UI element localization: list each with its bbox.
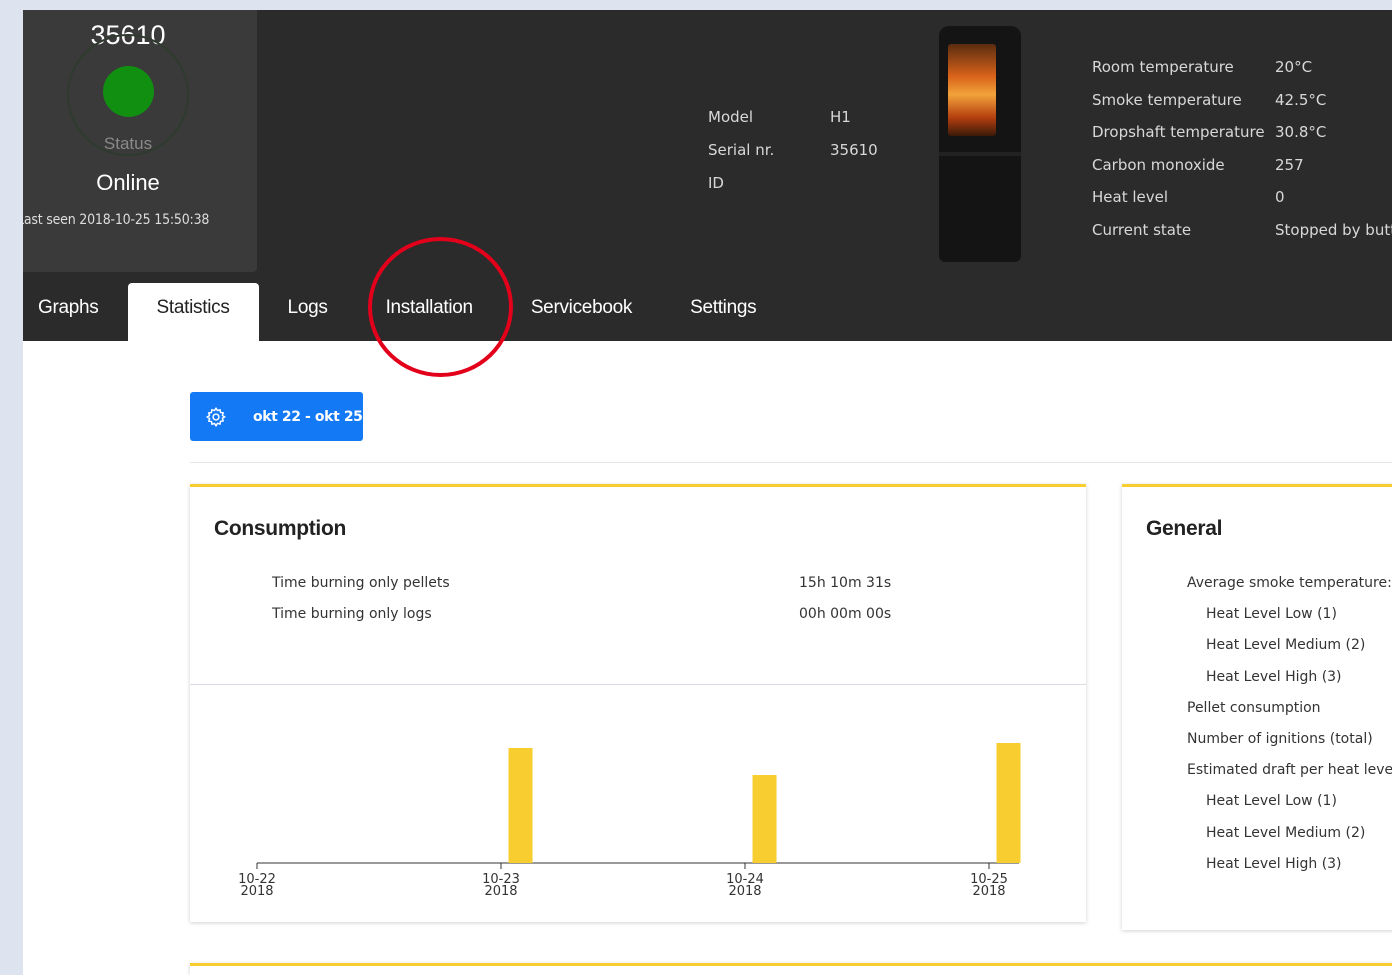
- reading-key: Carbon monoxide: [1092, 155, 1225, 174]
- general-rows: Average smoke temperature: Heat Level Low…: [1187, 575, 1392, 887]
- chart-bar: [996, 743, 1021, 863]
- consumption-key: Time burning only logs: [272, 606, 432, 622]
- x-tick-label-year: 2018: [728, 884, 761, 899]
- device-info: Model H1 Serial nr. 35610 ID: [708, 108, 878, 207]
- consumption-row: Time burning only logs 00h 00m 00s: [272, 606, 891, 637]
- tab-settings[interactable]: Settings: [661, 283, 785, 341]
- info-row: ID: [708, 174, 878, 207]
- reading-value: 20°C: [1275, 58, 1313, 76]
- general-row: Pellet consumption: [1187, 699, 1321, 716]
- consumption-value: 15h 10m 31s: [799, 575, 892, 591]
- general-row: Heat Level Medium (2): [1206, 637, 1366, 654]
- date-range-button[interactable]: okt 22 - okt 25: [190, 392, 363, 441]
- status-label: Status: [103, 134, 153, 153]
- reading-value: 257: [1275, 155, 1304, 174]
- general-card: General Average smoke temperature: Heat L…: [1122, 484, 1392, 930]
- info-row: Serial nr. 35610: [708, 141, 878, 174]
- chart-bar: [508, 748, 533, 863]
- reading-value: 0: [1275, 188, 1285, 207]
- general-row: Estimated draft per heat level:: [1187, 762, 1392, 779]
- last-seen: Last seen 2018-10-25 15:50:38: [23, 212, 210, 228]
- date-range-label: okt 22 - okt 25: [253, 408, 363, 425]
- gear-icon: [205, 406, 227, 428]
- x-tick-label: 10-25 2018: [970, 872, 1008, 899]
- general-row: Average smoke temperature:: [1187, 575, 1392, 591]
- reading-value: 30.8°C: [1275, 123, 1327, 142]
- info-row: Model H1: [708, 108, 878, 141]
- general-title: General: [1146, 517, 1223, 540]
- info-value: 35610: [830, 141, 878, 159]
- reading-key: Current state: [1092, 220, 1192, 239]
- reading-key: Heat level: [1092, 188, 1169, 207]
- divider: [190, 462, 1392, 463]
- x-tick-label: 10-22 2018: [238, 872, 276, 899]
- consumption-rows: Time burning only pellets 15h 10m 31s Ti…: [272, 575, 891, 637]
- reading-row: Dropshaft temperature 30.8°C: [1092, 123, 1392, 156]
- x-tick-label-year: 2018: [240, 884, 273, 899]
- tab-graphs[interactable]: Graphs: [23, 283, 128, 341]
- consumption-chart: 10-22 2018 10-23 2018 10-24 2018 10-25 2018: [238, 743, 1021, 899]
- general-row: Number of ignitions (total): [1187, 730, 1373, 747]
- x-tick-label-year: 2018: [484, 884, 517, 899]
- general-row: Heat Level Low (1): [1206, 793, 1337, 810]
- reading-key: Dropshaft temperature: [1092, 123, 1265, 142]
- x-tick-label-year: 2018: [972, 884, 1005, 899]
- consumption-card: Consumption Time burning only pellets 15…: [190, 484, 1086, 922]
- general-row: Heat Level High (3): [1206, 668, 1342, 685]
- status-indicator-icon: [103, 66, 154, 117]
- reading-value: Stopped by button: [1275, 220, 1392, 239]
- stove-image: [934, 24, 1024, 264]
- reading-row: Current state Stopped by button: [1092, 221, 1392, 254]
- app-frame: 35610 Status Online Last seen 2018-10-25…: [23, 10, 1392, 975]
- consumption-title: Consumption: [214, 517, 347, 540]
- reading-key: Smoke temperature: [1092, 90, 1242, 109]
- reading-row: Heat level 0: [1092, 188, 1392, 221]
- chart-bar: [752, 775, 777, 863]
- x-tick-label: 10-23 2018: [482, 872, 520, 899]
- annotation-circle: [368, 237, 513, 377]
- tab-statistics[interactable]: Statistics: [127, 283, 259, 341]
- status-card: 35610 Status Online Last seen 2018-10-25…: [23, 10, 257, 272]
- info-key: Model: [708, 108, 754, 126]
- general-row: Heat Level Low (1): [1206, 606, 1337, 623]
- info-value: H1: [830, 108, 851, 126]
- card-separator: [190, 684, 1086, 685]
- x-tick-label: 10-24 2018: [726, 872, 764, 899]
- stove-band: [939, 152, 1021, 156]
- consumption-key: Time burning only pellets: [272, 575, 450, 591]
- info-key: Serial nr.: [708, 141, 775, 159]
- reading-value: 42.5°C: [1275, 90, 1327, 109]
- general-row: Heat Level Medium (2): [1206, 824, 1366, 841]
- general-row: Heat Level High (3): [1206, 855, 1342, 872]
- status-value: Online: [96, 170, 160, 195]
- reading-key: Room temperature: [1092, 58, 1234, 76]
- device-header: 35610 Status Online Last seen 2018-10-25…: [23, 10, 1392, 377]
- reading-row: Room temperature 20°C: [1092, 58, 1392, 91]
- reading-row: Carbon monoxide 257: [1092, 156, 1392, 189]
- stove-fire-window: [948, 44, 996, 136]
- info-key: ID: [708, 174, 724, 192]
- consumption-value: 00h 00m 00s: [799, 606, 892, 622]
- consumption-row: Time burning only pellets 15h 10m 31s: [272, 575, 891, 606]
- next-card: [190, 963, 1392, 975]
- tab-logs[interactable]: Logs: [259, 283, 357, 341]
- tab-bar: Graphs Statistics Logs Installation Serv…: [23, 283, 1392, 341]
- sensor-readings: Room temperature 20°C Smoke temperature …: [1092, 58, 1392, 254]
- reading-row: Smoke temperature 42.5°C: [1092, 91, 1392, 124]
- tab-servicebook[interactable]: Servicebook: [502, 283, 661, 341]
